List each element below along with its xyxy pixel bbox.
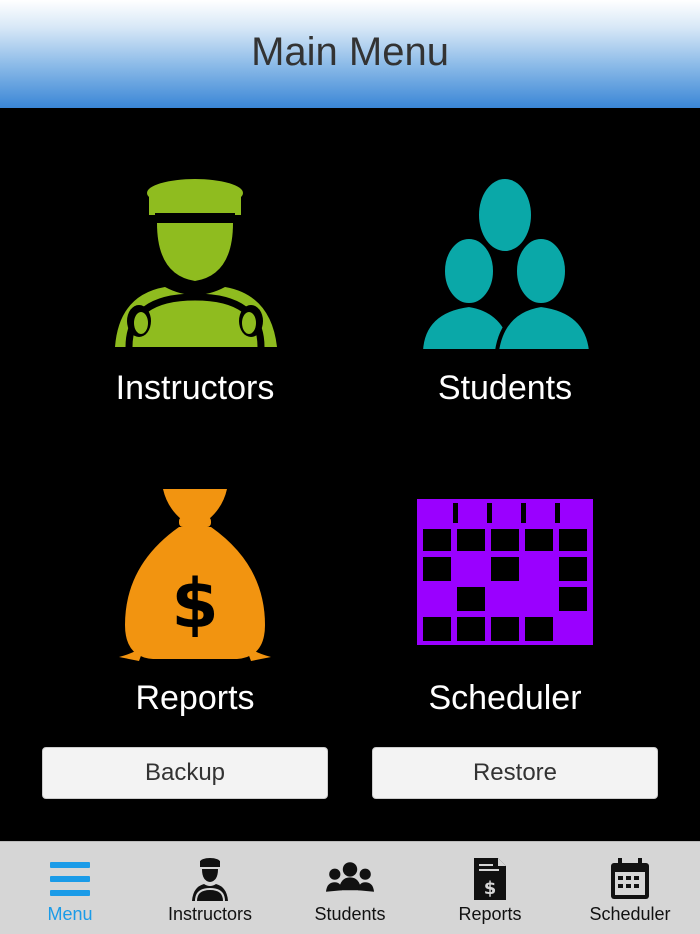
- tile-reports[interactable]: $ Reports: [45, 485, 345, 718]
- report-document-icon: $: [466, 856, 514, 902]
- tab-reports[interactable]: $ Reports: [420, 842, 560, 934]
- tab-students[interactable]: Students: [280, 842, 420, 934]
- tile-instructors-label: Instructors: [115, 369, 275, 407]
- tile-instructors[interactable]: Instructors: [45, 175, 345, 408]
- tab-reports-label: Reports: [458, 904, 522, 924]
- tab-menu-label: Menu: [47, 904, 93, 924]
- students-group-icon: [326, 856, 374, 902]
- tile-scheduler-label: Scheduler: [428, 679, 582, 717]
- driver-icon: [186, 856, 234, 902]
- header-bar: Main Menu: [0, 0, 700, 108]
- svg-text:$: $: [484, 878, 497, 899]
- money-bag-icon: $: [45, 485, 345, 665]
- tile-students-label: Students: [437, 369, 573, 407]
- tile-students[interactable]: Students: [355, 175, 655, 408]
- app-screen: Main Menu Instructors Students $ Reports…: [0, 0, 700, 934]
- tab-scheduler[interactable]: Scheduler: [560, 842, 700, 934]
- students-group-icon: [355, 175, 655, 355]
- tab-scheduler-label: Scheduler: [589, 904, 671, 924]
- svg-text:$: $: [171, 565, 218, 644]
- calendar-grid-icon: [355, 485, 655, 665]
- tab-menu[interactable]: Menu: [0, 842, 140, 934]
- restore-button[interactable]: Restore: [372, 747, 658, 799]
- tile-scheduler[interactable]: Scheduler: [355, 485, 655, 718]
- driver-icon: [45, 175, 345, 355]
- bottom-tab-bar: Menu Instructors Students $ Reports Sche…: [0, 841, 700, 934]
- hamburger-menu-icon: [46, 856, 94, 902]
- backup-button[interactable]: Backup: [42, 747, 328, 799]
- tile-reports-label: Reports: [135, 679, 255, 717]
- tab-students-label: Students: [314, 904, 386, 924]
- tab-instructors[interactable]: Instructors: [140, 842, 280, 934]
- tab-instructors-label: Instructors: [167, 904, 253, 924]
- calendar-icon: [606, 856, 654, 902]
- page-title: Main Menu: [251, 29, 449, 74]
